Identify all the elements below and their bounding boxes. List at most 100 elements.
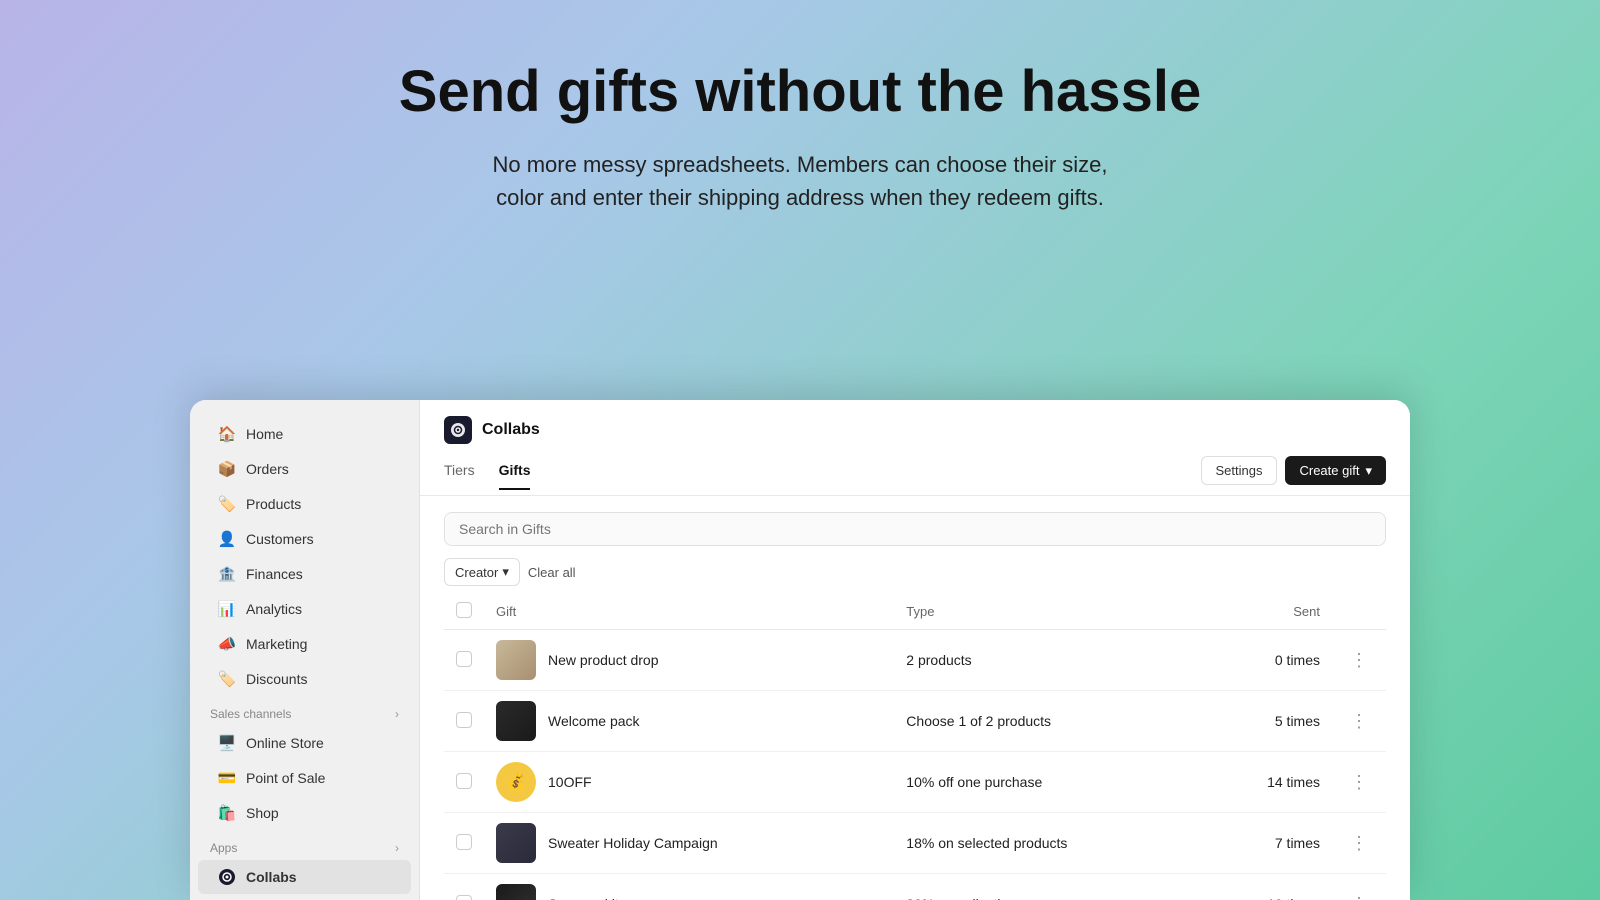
sidebar: 🏠 Home 📦 Orders 🏷️ Products 👤 Customers …	[190, 400, 420, 900]
sidebar-item-discounts[interactable]: 🏷️ Discounts	[198, 662, 411, 696]
table-row: 💰 10OFF 10% off one purchase14 times ⋮	[444, 752, 1386, 813]
gift-name: Welcome pack	[548, 713, 640, 729]
chevron-right-icon: ›	[395, 707, 399, 721]
products-icon: 🏷️	[218, 495, 236, 513]
gift-name-cell: New product drop	[496, 640, 882, 680]
hero-subtitle: No more messy spreadsheets. Members can …	[450, 148, 1150, 214]
sidebar-label-discounts: Discounts	[246, 671, 307, 687]
col-header-type: Type	[894, 594, 1203, 630]
dropdown-arrow-icon: ▾	[1365, 463, 1372, 479]
tab-actions: Settings Create gift ▾	[1201, 456, 1387, 495]
discounts-icon: 🏷️	[218, 670, 236, 688]
sales-channels-section: Sales channels ›	[190, 697, 419, 725]
row-checkbox[interactable]	[456, 651, 472, 667]
gift-type: 18% on selected products	[894, 813, 1203, 874]
marketing-icon: 📣	[218, 635, 236, 653]
sidebar-label-orders: Orders	[246, 461, 289, 477]
analytics-icon: 📊	[218, 600, 236, 618]
sidebar-label-products: Products	[246, 496, 301, 512]
finances-icon: 🏦	[218, 565, 236, 583]
shop-icon: 🛍️	[218, 804, 236, 822]
sidebar-item-customers[interactable]: 👤 Customers	[198, 522, 411, 556]
filter-dropdown-icon: ▾	[502, 564, 509, 580]
select-all-checkbox[interactable]	[456, 602, 472, 618]
gift-name: 10OFF	[548, 774, 592, 790]
gift-name-cell: Summer kit	[496, 884, 882, 900]
sidebar-label-finances: Finances	[246, 566, 303, 582]
gift-type: 10% off one purchase	[894, 752, 1203, 813]
sidebar-label-collabs: Collabs	[246, 869, 297, 885]
tabs-row: Tiers Gifts Settings Create gift ▾	[444, 456, 1386, 495]
row-checkbox[interactable]	[456, 834, 472, 850]
filter-row: Creator ▾ Clear all	[444, 558, 1386, 586]
sidebar-item-analytics[interactable]: 📊 Analytics	[198, 592, 411, 626]
table-row: Welcome pack Choose 1 of 2 products5 tim…	[444, 691, 1386, 752]
gifts-table: Gift Type Sent New product drop 2 produc…	[444, 594, 1386, 900]
app-title: Collabs	[482, 421, 540, 439]
collabs-icon	[218, 868, 236, 886]
gift-type: Choose 1 of 2 products	[894, 691, 1203, 752]
gift-name: Sweater Holiday Campaign	[548, 835, 718, 851]
table-row: Summer kit 20% on collection19 times ⋮	[444, 874, 1386, 900]
tab-gifts[interactable]: Gifts	[499, 462, 531, 490]
main-content: Collabs Tiers Gifts Settings Create gift…	[420, 400, 1410, 900]
table-row: New product drop 2 products0 times ⋮	[444, 630, 1386, 691]
sidebar-item-pos[interactable]: 💳 Point of Sale	[198, 761, 411, 795]
table-row: Sweater Holiday Campaign 18% on selected…	[444, 813, 1386, 874]
row-checkbox[interactable]	[456, 895, 472, 900]
sidebar-label-customers: Customers	[246, 531, 314, 547]
sidebar-label-analytics: Analytics	[246, 601, 302, 617]
gift-thumb: 💰	[496, 762, 536, 802]
gift-sent: 19 times	[1203, 874, 1332, 900]
search-input[interactable]	[445, 513, 1385, 545]
sidebar-sub-recruiting[interactable]: Recruiting	[198, 895, 411, 900]
sidebar-item-finances[interactable]: 🏦 Finances	[198, 557, 411, 591]
sidebar-item-online-store[interactable]: 🖥️ Online Store	[198, 726, 411, 760]
apps-chevron-icon: ›	[395, 841, 399, 855]
sidebar-label-home: Home	[246, 426, 283, 442]
sidebar-label-shop: Shop	[246, 805, 279, 821]
gift-sent: 7 times	[1203, 813, 1332, 874]
sidebar-label-pos: Point of Sale	[246, 770, 325, 786]
col-header-sent: Sent	[1203, 594, 1332, 630]
gift-name-cell: Welcome pack	[496, 701, 882, 741]
clear-all-button[interactable]: Clear all	[528, 565, 576, 580]
gift-name: New product drop	[548, 652, 659, 668]
sidebar-item-orders[interactable]: 📦 Orders	[198, 452, 411, 486]
gift-sent: 14 times	[1203, 752, 1332, 813]
row-actions-button[interactable]: ⋮	[1344, 892, 1374, 900]
settings-button[interactable]: Settings	[1201, 456, 1278, 485]
gift-sent: 0 times	[1203, 630, 1332, 691]
home-icon: 🏠	[218, 425, 236, 443]
gift-type: 2 products	[894, 630, 1203, 691]
sidebar-item-home[interactable]: 🏠 Home	[198, 417, 411, 451]
orders-icon: 📦	[218, 460, 236, 478]
row-actions-button[interactable]: ⋮	[1344, 831, 1374, 855]
create-gift-button[interactable]: Create gift ▾	[1285, 456, 1386, 485]
online-store-icon: 🖥️	[218, 734, 236, 752]
tab-tiers[interactable]: Tiers	[444, 462, 475, 490]
sidebar-label-marketing: Marketing	[246, 636, 307, 652]
sidebar-item-collabs[interactable]: Collabs	[198, 860, 411, 894]
sidebar-label-online-store: Online Store	[246, 735, 324, 751]
gift-thumb	[496, 640, 536, 680]
gift-name-cell: 💰 10OFF	[496, 762, 882, 802]
gift-thumb	[496, 701, 536, 741]
row-checkbox[interactable]	[456, 712, 472, 728]
gift-name: Summer kit	[548, 896, 619, 900]
creator-filter-button[interactable]: Creator ▾	[444, 558, 520, 586]
sidebar-item-shop[interactable]: 🛍️ Shop	[198, 796, 411, 830]
sidebar-item-marketing[interactable]: 📣 Marketing	[198, 627, 411, 661]
row-actions-button[interactable]: ⋮	[1344, 770, 1374, 794]
hero-title: Send gifts without the hassle	[0, 60, 1600, 124]
apps-section: Apps ›	[190, 831, 419, 859]
main-header: Collabs Tiers Gifts Settings Create gift…	[420, 400, 1410, 496]
gift-thumb	[496, 823, 536, 863]
row-actions-button[interactable]: ⋮	[1344, 648, 1374, 672]
app-window: 🏠 Home 📦 Orders 🏷️ Products 👤 Customers …	[190, 400, 1410, 900]
sidebar-item-products[interactable]: 🏷️ Products	[198, 487, 411, 521]
row-actions-button[interactable]: ⋮	[1344, 709, 1374, 733]
row-checkbox[interactable]	[456, 773, 472, 789]
gift-type: 20% on collection	[894, 874, 1203, 900]
app-title-row: Collabs	[444, 416, 1386, 444]
